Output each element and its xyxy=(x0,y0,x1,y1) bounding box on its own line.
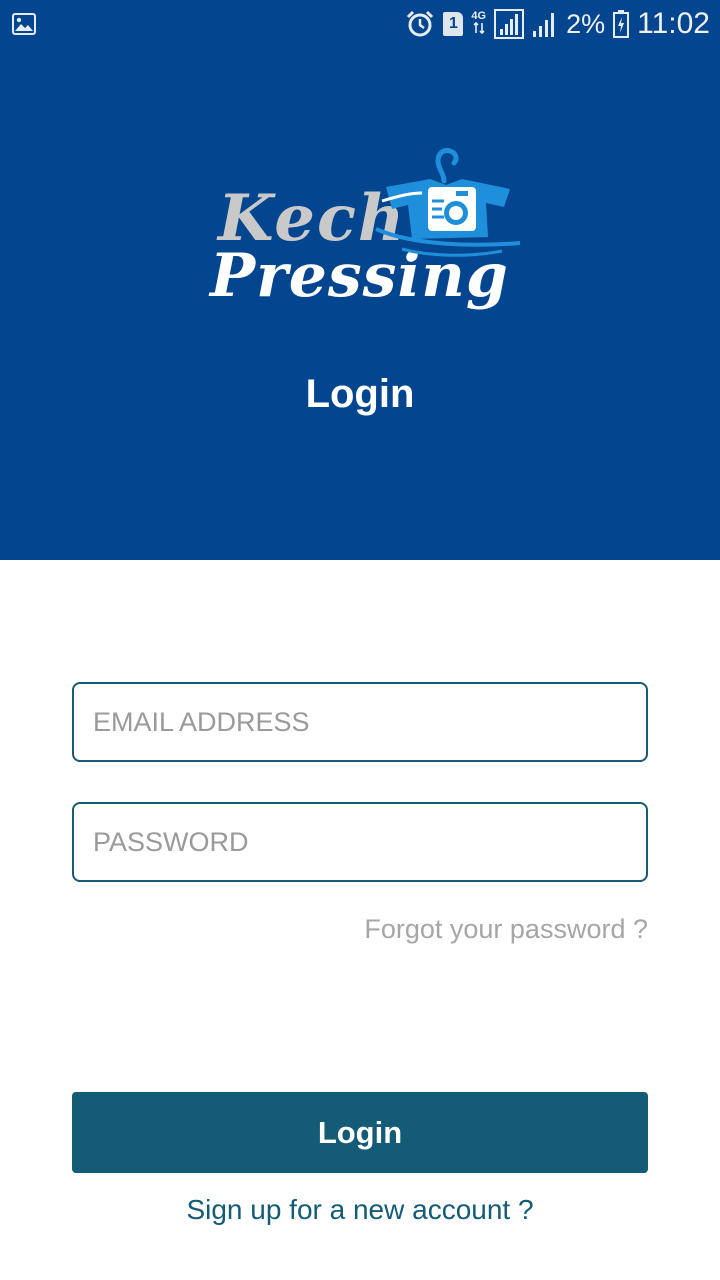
clock: 11:02 xyxy=(637,7,710,40)
password-field[interactable] xyxy=(72,802,648,882)
shirt-washer-icon xyxy=(375,148,520,257)
header-banner: 1 4G 2% 11:02 Kech Pressing Login xyxy=(0,0,720,560)
alarm-icon xyxy=(407,10,434,37)
forgot-password-link[interactable]: Forgot your password ? xyxy=(364,914,648,945)
signal-icon xyxy=(533,13,555,37)
email-input[interactable] xyxy=(74,684,646,760)
signup-link[interactable]: Sign up for a new account ? xyxy=(0,1194,720,1226)
gallery-icon xyxy=(12,13,36,35)
status-bar: 1 4G 2% 11:02 xyxy=(0,0,720,48)
password-input[interactable] xyxy=(74,804,646,880)
battery-icon xyxy=(613,10,630,38)
sim-icon: 1 xyxy=(443,12,464,36)
network-type-indicator: 4G xyxy=(471,11,486,37)
signal-icon xyxy=(494,9,525,39)
page-title: Login xyxy=(305,372,415,416)
data-arrows-icon xyxy=(473,21,485,35)
app-logo: Kech Pressing xyxy=(210,145,520,325)
login-button[interactable]: Login xyxy=(72,1092,648,1173)
email-field[interactable] xyxy=(72,682,648,762)
battery-percent: 2% xyxy=(566,8,606,39)
